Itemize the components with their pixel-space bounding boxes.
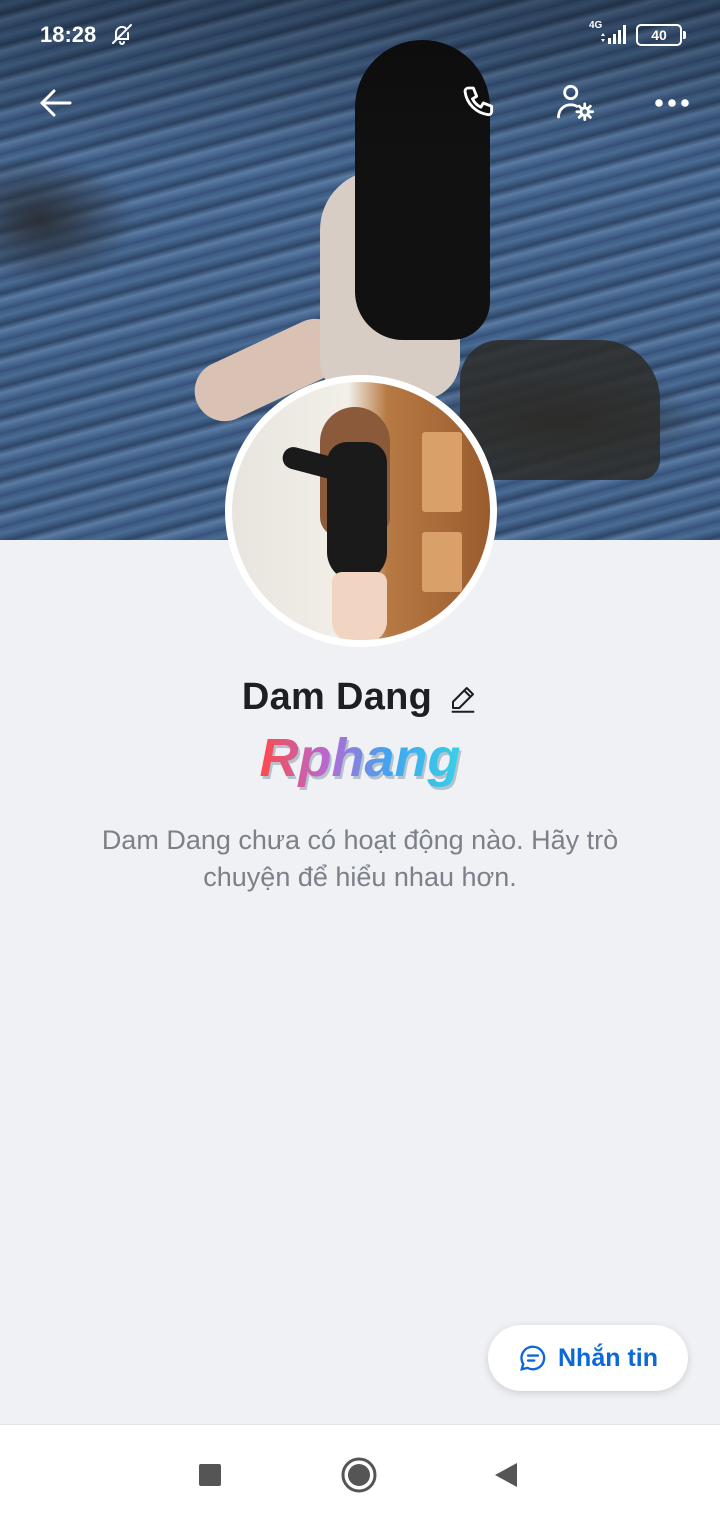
triangle-back-icon bbox=[495, 1463, 517, 1487]
phone-icon bbox=[463, 86, 494, 117]
avatar-door-panel bbox=[422, 432, 462, 512]
system-back-button[interactable] bbox=[484, 1453, 528, 1497]
status-time: 18:28 bbox=[40, 22, 97, 47]
avatar-image bbox=[232, 382, 490, 640]
more-icon bbox=[655, 99, 689, 107]
cover-rock bbox=[460, 340, 660, 480]
square-icon bbox=[199, 1464, 221, 1486]
back-button[interactable] bbox=[34, 81, 78, 125]
svg-text:Rphang: Rphang bbox=[260, 728, 461, 788]
home-button[interactable] bbox=[337, 1453, 381, 1497]
user-settings-button[interactable] bbox=[554, 81, 598, 125]
empty-activity-message: Dam Dang chưa có hoạt động nào. Hãy trò … bbox=[101, 825, 619, 892]
avatar-person-legs bbox=[332, 572, 387, 640]
avatar[interactable] bbox=[225, 375, 497, 647]
user-settings-icon bbox=[557, 84, 595, 122]
status-bar: 18:28 4G 40 bbox=[0, 0, 720, 70]
profile-name-row: Dam Dang bbox=[0, 676, 720, 719]
chat-icon bbox=[520, 1345, 546, 1371]
call-button[interactable] bbox=[458, 81, 502, 125]
bell-off-icon bbox=[112, 24, 132, 45]
signal-icon bbox=[601, 25, 626, 44]
avatar-door-panel bbox=[422, 532, 462, 592]
message-button-label: Nhắn tin bbox=[558, 1343, 658, 1372]
badge-logo: Rphang Rphang bbox=[260, 728, 463, 791]
avatar-person-body bbox=[327, 442, 387, 582]
circle-icon bbox=[341, 1457, 377, 1493]
pencil-icon[interactable] bbox=[448, 683, 478, 713]
profile-name: Dam Dang bbox=[241, 676, 433, 718]
recent-apps-button[interactable] bbox=[188, 1453, 232, 1497]
battery-indicator: 40 bbox=[636, 24, 686, 46]
more-button[interactable] bbox=[650, 81, 694, 125]
arrow-left-icon bbox=[40, 89, 72, 117]
message-button[interactable]: Nhắn tin bbox=[488, 1325, 688, 1391]
system-nav-bar bbox=[0, 1424, 720, 1520]
